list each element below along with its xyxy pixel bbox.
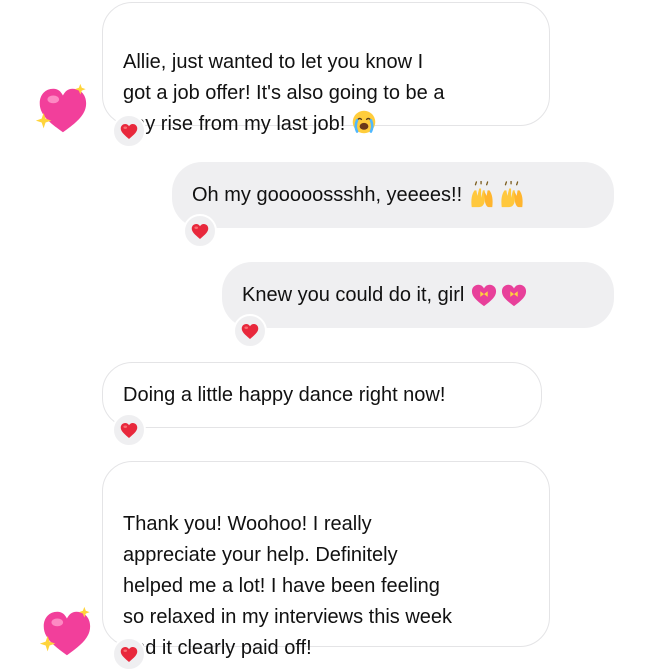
raising-hands-icon bbox=[498, 181, 526, 209]
heart-with-ribbon-icon bbox=[500, 282, 528, 308]
message-bubble-outgoing[interactable]: Oh my gooooossshh, yeeees!! bbox=[172, 162, 614, 228]
message-text: Allie, just wanted to let you know I got… bbox=[123, 51, 445, 135]
red-heart-icon bbox=[241, 323, 259, 340]
red-heart-reaction[interactable] bbox=[112, 114, 146, 148]
sparkling-heart-avatar-icon bbox=[36, 603, 94, 661]
red-heart-reaction[interactable] bbox=[233, 314, 267, 348]
raising-hands-icon bbox=[468, 181, 496, 209]
message-bubble-outgoing[interactable]: Knew you could do it, girl bbox=[222, 262, 614, 328]
message-bubble-incoming[interactable]: Thank you! Woohoo! I really appreciate y… bbox=[102, 461, 550, 659]
message-bubble-incoming[interactable]: Doing a little happy dance right now! bbox=[102, 362, 542, 428]
loudly-crying-face-icon bbox=[351, 109, 377, 135]
red-heart-icon bbox=[191, 223, 209, 240]
message-bubble-incoming[interactable]: Allie, just wanted to let you know I got… bbox=[102, 2, 550, 135]
red-heart-icon bbox=[120, 646, 138, 663]
message-text: Doing a little happy dance right now! bbox=[123, 383, 446, 406]
message-text: Knew you could do it, girl bbox=[242, 283, 465, 306]
red-heart-icon bbox=[120, 123, 138, 140]
red-heart-reaction[interactable] bbox=[112, 637, 146, 671]
red-heart-reaction[interactable] bbox=[183, 214, 217, 248]
message-text: Oh my gooooossshh, yeeees!! bbox=[192, 183, 463, 206]
message-text: Thank you! Woohoo! I really appreciate y… bbox=[123, 513, 453, 659]
heart-with-ribbon-icon bbox=[470, 282, 498, 308]
sparkling-heart-avatar-icon bbox=[32, 80, 90, 138]
red-heart-icon bbox=[120, 422, 138, 439]
red-heart-reaction[interactable] bbox=[112, 413, 146, 447]
